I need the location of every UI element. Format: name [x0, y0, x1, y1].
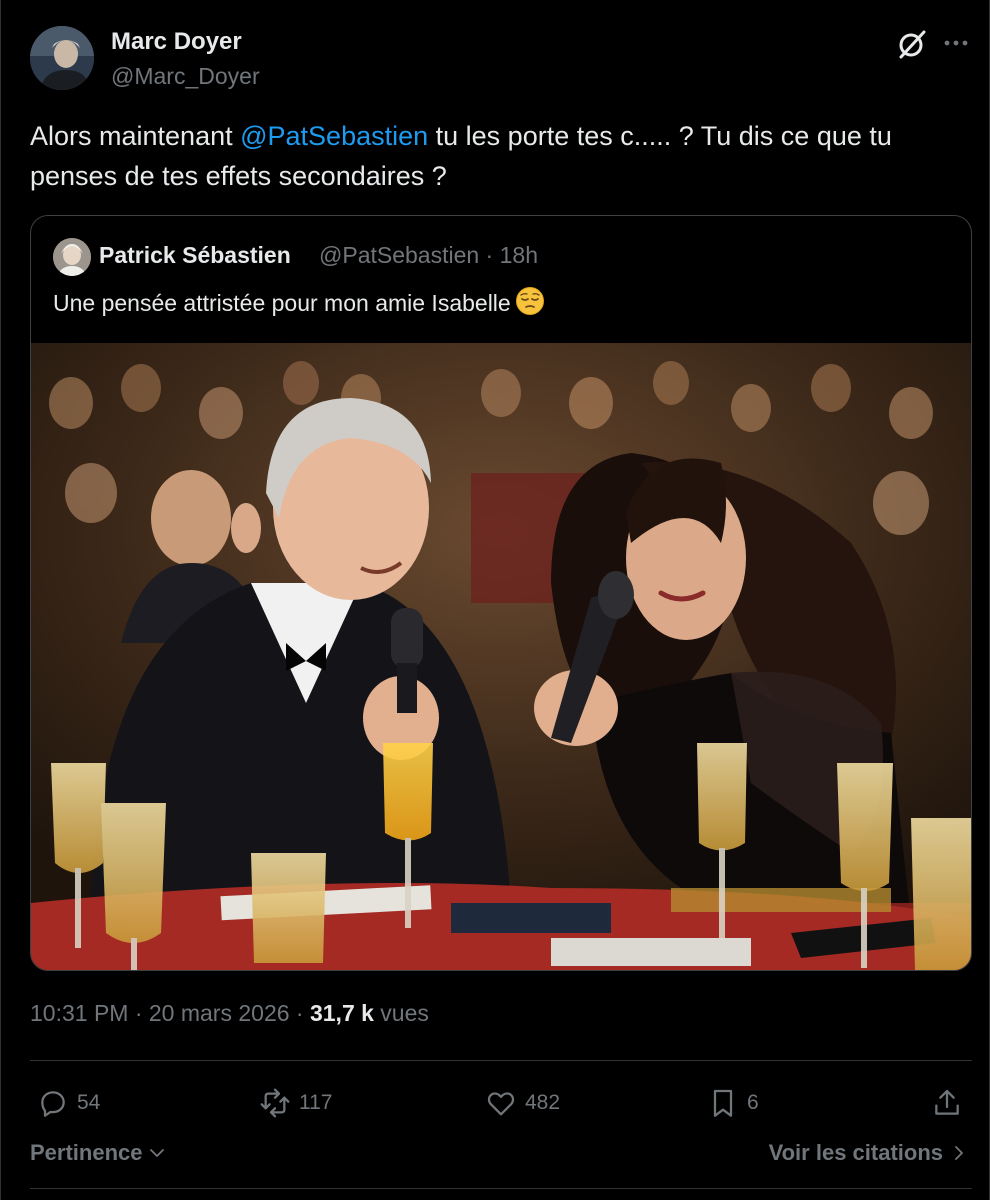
bookmark-count: 6	[747, 1091, 759, 1114]
like-count: 482	[525, 1091, 561, 1114]
bookmark-icon	[713, 1089, 733, 1117]
bookmark-button[interactable]: 6	[707, 1085, 759, 1121]
reply-button[interactable]: 54	[37, 1085, 100, 1121]
share-icon	[935, 1089, 959, 1115]
repost-icon	[260, 1088, 290, 1118]
quoted-meta[interactable]: @PatSebastien · 18h	[319, 242, 538, 269]
chevron-down-icon	[149, 1149, 164, 1157]
author-handle[interactable]: @Marc_Doyer	[111, 63, 260, 90]
quoted-avatar[interactable]	[53, 238, 91, 276]
views-label: vues	[373, 1000, 429, 1026]
repost-count: 117	[299, 1091, 333, 1114]
view-quotes-label: Voir les citations	[768, 1140, 943, 1165]
divider	[30, 1060, 972, 1061]
view-quotes-link[interactable]: Voir les citations	[769, 1140, 969, 1166]
more-icon[interactable]	[941, 30, 971, 56]
reply-count: 54	[77, 1091, 101, 1114]
share-button[interactable]	[931, 1085, 971, 1121]
tweet-timestamp: 10:31 PM · 20 mars 2026 · 31,7 k vues	[30, 1000, 429, 1027]
views-count: 31,7 k	[309, 1000, 374, 1026]
tweet-text-start: Alors maintenant	[30, 121, 241, 151]
bottom-divider	[30, 1188, 972, 1189]
reply-icon	[41, 1091, 65, 1117]
grok-icon[interactable]	[896, 28, 928, 60]
tweet-text: Alors maintenant @PatSebastien tu les po…	[30, 116, 965, 196]
mention-link[interactable]: @PatSebastien	[240, 121, 428, 151]
avatar[interactable]	[30, 26, 94, 90]
quoted-text: Une pensée attristée pour mon amie Isabe…	[53, 286, 545, 317]
like-icon	[487, 1092, 515, 1116]
tweet-detail: Marc Doyer @Marc_Doyer Alors maintenant …	[0, 0, 990, 1200]
like-button[interactable]: 482	[485, 1085, 560, 1121]
timestamp-time[interactable]: 10:31 PM · 20 mars 2026 ·	[30, 1000, 310, 1026]
sort-label: Pertinence	[30, 1140, 143, 1165]
sort-dropdown[interactable]: Pertinence	[30, 1140, 167, 1166]
quoted-text-content: Une pensée attristée pour mon amie Isabe…	[53, 290, 511, 316]
pensive-face-emoji	[515, 286, 545, 316]
quoted-photo[interactable]	[31, 343, 971, 970]
quoted-author-name[interactable]: Patrick Sébastien	[99, 242, 291, 269]
repost-button[interactable]: 117	[259, 1085, 332, 1121]
quoted-tweet[interactable]: Patrick Sébastien @PatSebastien · 18h Un…	[30, 215, 972, 971]
author-name[interactable]: Marc Doyer	[111, 28, 242, 56]
chevron-right-icon	[955, 1146, 963, 1160]
